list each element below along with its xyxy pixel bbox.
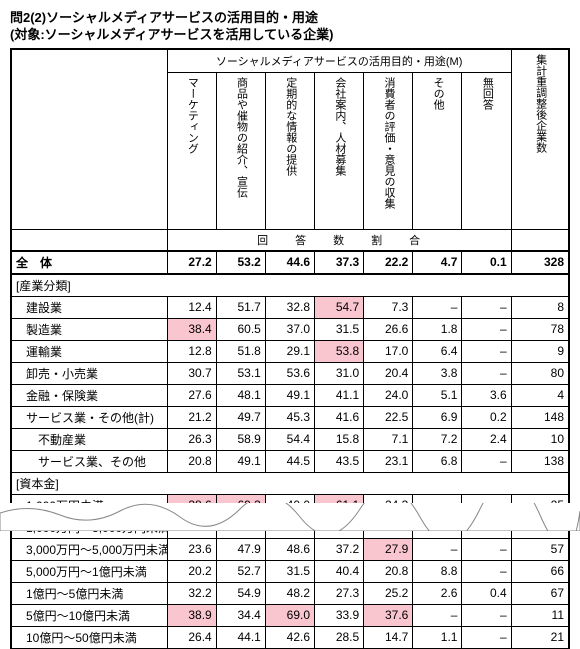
table-row: 金融・保険業 27.6 48.1 49.1 41.1 24.0 5.1 3.6 … (11, 384, 569, 406)
row-all-label: 全 体 (11, 251, 167, 274)
torn-edge-decoration (0, 503, 580, 531)
table-row: 5,000万円～1億円未満 20.2 52.7 31.5 40.4 20.8 8… (11, 560, 569, 582)
ratio-label: 回 答 数 割 合 (167, 229, 511, 251)
col-head-4: 会社案内、人材募集 (315, 72, 364, 229)
table-row: 不動産業 26.3 58.9 54.4 15.8 7.1 7.2 2.4 10 (11, 428, 569, 450)
row-category-capital: [資本金] (11, 472, 569, 494)
col-head-7: 無回答 (462, 72, 511, 229)
table-title: 問2(2)ソーシャルメディアサービスの活用目的・用途 (対象:ソーシャルメディア… (10, 10, 570, 44)
col-head-6: その他 (413, 72, 462, 229)
header-total: 集計重調整後企業数 (511, 49, 569, 230)
row-category-industry: [産業分類] (11, 274, 569, 297)
data-table: ソーシャルメディアサービスの活用目的・用途(M) 集計重調整後企業数 マーケティ… (10, 48, 570, 649)
header-group: ソーシャルメディアサービスの活用目的・用途(M) (167, 49, 511, 73)
col-head-1: マーケティング (167, 72, 216, 229)
table-row: 3,000万円～5,000万円未満 23.6 47.9 48.6 37.2 27… (11, 538, 569, 560)
title-line-2: (対象:ソーシャルメディアサービスを活用している企業) (10, 27, 570, 44)
table-row: サービス業、その他 20.8 49.1 44.5 43.5 23.1 6.8 –… (11, 450, 569, 472)
table-row: 10億円～50億円未満 26.4 44.1 42.6 28.5 14.7 1.1… (11, 626, 569, 648)
col-head-2: 商品や催物の紹介、宣伝 (216, 72, 265, 229)
ratio-row: 回 答 数 割 合 (11, 229, 569, 251)
title-line-1: 問2(2)ソーシャルメディアサービスの活用目的・用途 (10, 10, 570, 27)
table-row: 製造業 38.4 60.5 37.0 31.5 26.6 1.8 – 78 (11, 318, 569, 340)
table-row: 5億円～10億円未満 38.9 34.4 69.0 33.9 37.6 – – … (11, 604, 569, 626)
table-row: 運輸業 12.8 51.8 29.1 53.8 17.0 6.4 – 9 (11, 340, 569, 362)
table-row: 1億円～5億円未満 32.2 54.9 48.2 27.3 25.2 2.6 0… (11, 582, 569, 604)
row-all: 全 体 27.2 53.2 44.6 37.3 22.2 4.7 0.1 328 (11, 251, 569, 274)
col-head-5: 消費者の評価・意見の収集 (364, 72, 413, 229)
table-row: 建設業 12.4 51.7 32.8 54.7 7.3 – – 8 (11, 296, 569, 318)
table-row: 卸売・小売業 30.7 53.1 53.6 31.0 20.4 3.8 – 80 (11, 362, 569, 384)
col-head-3: 定期的な情報の提供 (265, 72, 314, 229)
header-row-top: ソーシャルメディアサービスの活用目的・用途(M) 集計重調整後企業数 (11, 49, 569, 73)
table-row: サービス業・その他(計) 21.2 49.7 45.3 41.6 22.5 6.… (11, 406, 569, 428)
